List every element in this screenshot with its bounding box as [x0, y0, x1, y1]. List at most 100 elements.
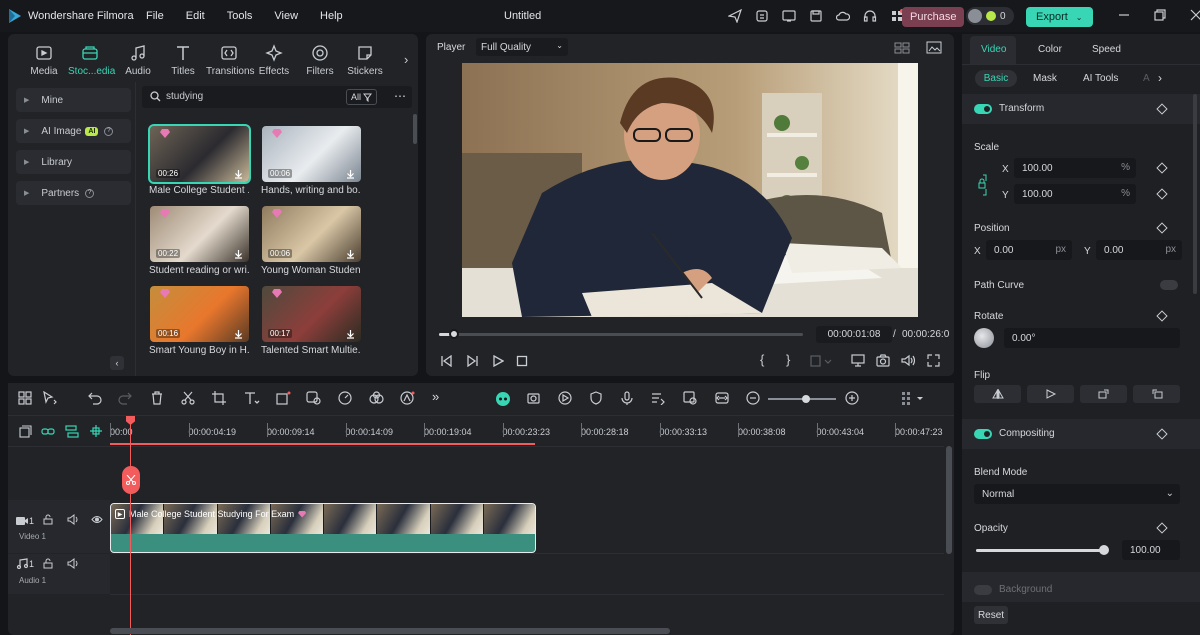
- split-scissors-button[interactable]: [122, 466, 140, 494]
- tab-effects[interactable]: Effects: [252, 44, 296, 77]
- download-icon[interactable]: [234, 249, 243, 259]
- export-button[interactable]: Export ⌄: [1026, 7, 1093, 27]
- next-frame-icon[interactable]: [466, 355, 479, 367]
- speaker-icon[interactable]: [67, 514, 79, 525]
- color-match-icon[interactable]: [306, 391, 322, 405]
- download-icon[interactable]: [346, 169, 355, 179]
- keyframe-diamond-icon[interactable]: [1156, 310, 1168, 322]
- purchase-button[interactable]: Purchase: [902, 7, 965, 27]
- stock-thumbnail[interactable]: 00:26: [148, 124, 251, 184]
- work-area-bar[interactable]: [110, 443, 535, 445]
- tab-transitions[interactable]: Transitions: [206, 44, 255, 77]
- transform-toggle[interactable]: [974, 104, 992, 114]
- cloud-icon[interactable]: [836, 9, 850, 23]
- tab-media[interactable]: Media: [22, 44, 66, 77]
- display-icon[interactable]: [851, 354, 865, 367]
- compositing-section-header[interactable]: Compositing: [962, 419, 1200, 449]
- position-x-field[interactable]: 0.00 px: [986, 240, 1072, 260]
- send-icon[interactable]: [728, 9, 742, 23]
- menu-edit[interactable]: Edit: [186, 10, 205, 22]
- playhead[interactable]: [130, 417, 131, 635]
- stock-thumbnail[interactable]: 00:06: [262, 206, 361, 262]
- filter-all-button[interactable]: All: [346, 89, 378, 105]
- sidebar-item-mine[interactable]: ▶ Mine: [16, 88, 131, 112]
- record-screen-icon[interactable]: [527, 391, 543, 405]
- speaker-icon[interactable]: [67, 558, 79, 569]
- scissors-icon[interactable]: [181, 391, 195, 405]
- grid-options-icon[interactable]: [901, 391, 925, 405]
- auto-beat-icon[interactable]: [558, 391, 572, 405]
- video-clip[interactable]: ▶ Male College Student Studying For Exam: [110, 503, 536, 553]
- tab-filters[interactable]: Filters: [298, 44, 342, 77]
- menu-view[interactable]: View: [274, 10, 298, 22]
- rotate-field[interactable]: 0.00°: [1004, 328, 1180, 348]
- download-icon[interactable]: [346, 249, 355, 259]
- shield-icon[interactable]: [589, 391, 603, 405]
- current-time[interactable]: 00:00:01:08: [816, 326, 892, 343]
- rotate-left-button[interactable]: [1133, 385, 1180, 403]
- download-icon[interactable]: [234, 329, 243, 339]
- menu-help[interactable]: Help: [320, 10, 343, 22]
- document-icon[interactable]: [755, 9, 769, 23]
- fit-timeline-icon[interactable]: [715, 391, 729, 405]
- subtab-more[interactable]: A: [1143, 73, 1150, 84]
- rotate-dial[interactable]: [974, 328, 994, 348]
- tab-color[interactable]: Color: [1038, 44, 1062, 55]
- minimize-icon[interactable]: [1118, 9, 1130, 21]
- stop-icon[interactable]: [516, 355, 528, 367]
- subtab-basic[interactable]: Basic: [975, 70, 1017, 87]
- subtitle-icon[interactable]: [651, 391, 665, 405]
- layout-icon[interactable]: [18, 391, 32, 405]
- save-icon[interactable]: [809, 9, 823, 23]
- speed-icon[interactable]: [338, 391, 354, 405]
- delete-icon[interactable]: [150, 391, 164, 405]
- undo-icon[interactable]: [88, 391, 102, 405]
- track-manage-icon[interactable]: [65, 425, 79, 438]
- menu-tools[interactable]: Tools: [227, 10, 253, 22]
- link-icon[interactable]: [41, 425, 55, 438]
- reset-button[interactable]: Reset: [974, 606, 1008, 624]
- download-icon[interactable]: [234, 169, 243, 179]
- playhead-handle[interactable]: [126, 416, 135, 425]
- subtabs-next-chevron-icon[interactable]: ›: [1158, 71, 1162, 85]
- tab-speed[interactable]: Speed: [1092, 44, 1121, 55]
- keyframe-diamond-icon[interactable]: [1156, 188, 1168, 200]
- menu-file[interactable]: File: [146, 10, 164, 22]
- media-scrollbar[interactable]: [413, 114, 417, 144]
- select-tool-icon[interactable]: [42, 391, 58, 405]
- collapse-sidebar-button[interactable]: ‹: [110, 356, 124, 370]
- text-tool-icon[interactable]: [244, 391, 260, 405]
- redo-icon[interactable]: [118, 391, 132, 405]
- add-track-icon[interactable]: [19, 425, 32, 438]
- subtab-ai-tools[interactable]: AI Tools: [1083, 73, 1118, 84]
- lock-icon[interactable]: [43, 558, 53, 569]
- restore-icon[interactable]: [1154, 9, 1166, 21]
- property-scrollbar[interactable]: [1193, 94, 1197, 294]
- position-y-field[interactable]: 0.00 px: [1096, 240, 1182, 260]
- stock-thumbnail[interactable]: 00:17: [262, 286, 361, 342]
- lock-ratio-icon[interactable]: [978, 174, 988, 196]
- sidebar-item-partners[interactable]: ▶ Partners ?: [16, 181, 131, 205]
- more-options-icon[interactable]: ⋯: [394, 89, 407, 103]
- search-input[interactable]: studying: [166, 91, 203, 102]
- quality-dropdown[interactable]: Full Quality ⌄: [476, 38, 568, 56]
- grid-view-icon[interactable]: [894, 42, 910, 54]
- crop-icon[interactable]: [212, 391, 226, 405]
- monitor-icon[interactable]: [782, 9, 796, 23]
- mark-in-icon[interactable]: {: [760, 352, 764, 367]
- transform-tool-icon[interactable]: [276, 391, 292, 405]
- video-preview[interactable]: [462, 63, 918, 317]
- blend-mode-dropdown[interactable]: Normal ⌄: [974, 484, 1180, 504]
- microphone-icon[interactable]: [620, 391, 634, 405]
- help-icon[interactable]: ?: [104, 126, 114, 136]
- marker-icon[interactable]: [810, 355, 832, 367]
- background-section-header[interactable]: Background: [962, 572, 1200, 602]
- volume-icon[interactable]: [901, 354, 915, 367]
- sidebar-item-library[interactable]: ▶ Library: [16, 150, 131, 174]
- tab-audio[interactable]: Audio: [116, 44, 160, 77]
- download-icon[interactable]: [346, 329, 355, 339]
- timeline-vertical-scrollbar[interactable]: [946, 446, 952, 554]
- stock-thumbnail[interactable]: 00:22: [150, 206, 249, 262]
- opacity-field[interactable]: 100.00: [1122, 540, 1180, 560]
- snapshot-icon[interactable]: [876, 354, 890, 367]
